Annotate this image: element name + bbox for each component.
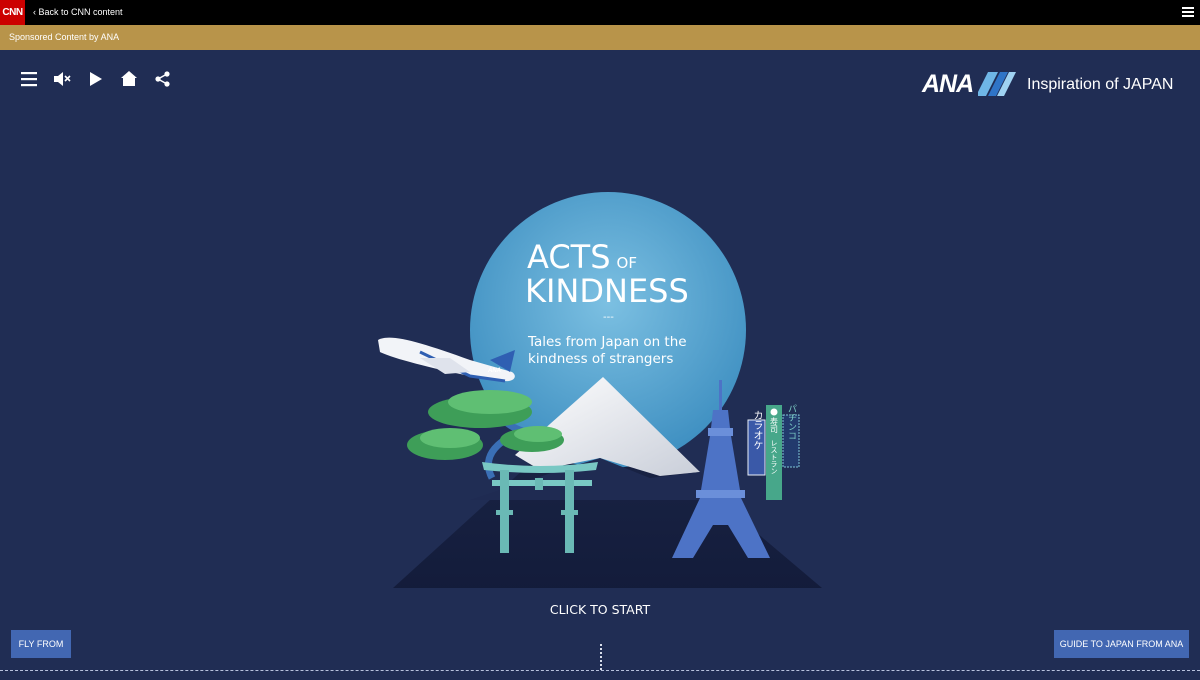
hero-subtitle: Tales from Japan on the kindness of stra… bbox=[528, 334, 687, 367]
scroll-indicator bbox=[600, 644, 602, 670]
hero-title-line2: KINDNESS bbox=[525, 272, 689, 310]
guide-to-japan-button[interactable]: GUIDE TO JAPAN FROM ANA bbox=[1054, 630, 1189, 658]
fly-from-button[interactable]: FLY FROM bbox=[11, 630, 71, 658]
click-to-start-button[interactable]: CLICK TO START bbox=[0, 602, 1200, 617]
shop-signs: カラオケ 寿司 レストラン パチンコ bbox=[747, 404, 800, 500]
title-acts: ACTS bbox=[527, 238, 611, 276]
sign-restaurant: レストラン bbox=[770, 440, 778, 475]
bottom-dotted-divider bbox=[0, 670, 1200, 671]
plane-logo-text: ANA bbox=[487, 368, 501, 374]
sign-sushi: 寿司 bbox=[770, 416, 779, 433]
title-divider: --- bbox=[603, 312, 614, 323]
sign-karaoke: カラオケ bbox=[751, 410, 763, 450]
sign-pachinko: パチンコ bbox=[786, 404, 797, 440]
title-of: OF bbox=[616, 254, 637, 272]
